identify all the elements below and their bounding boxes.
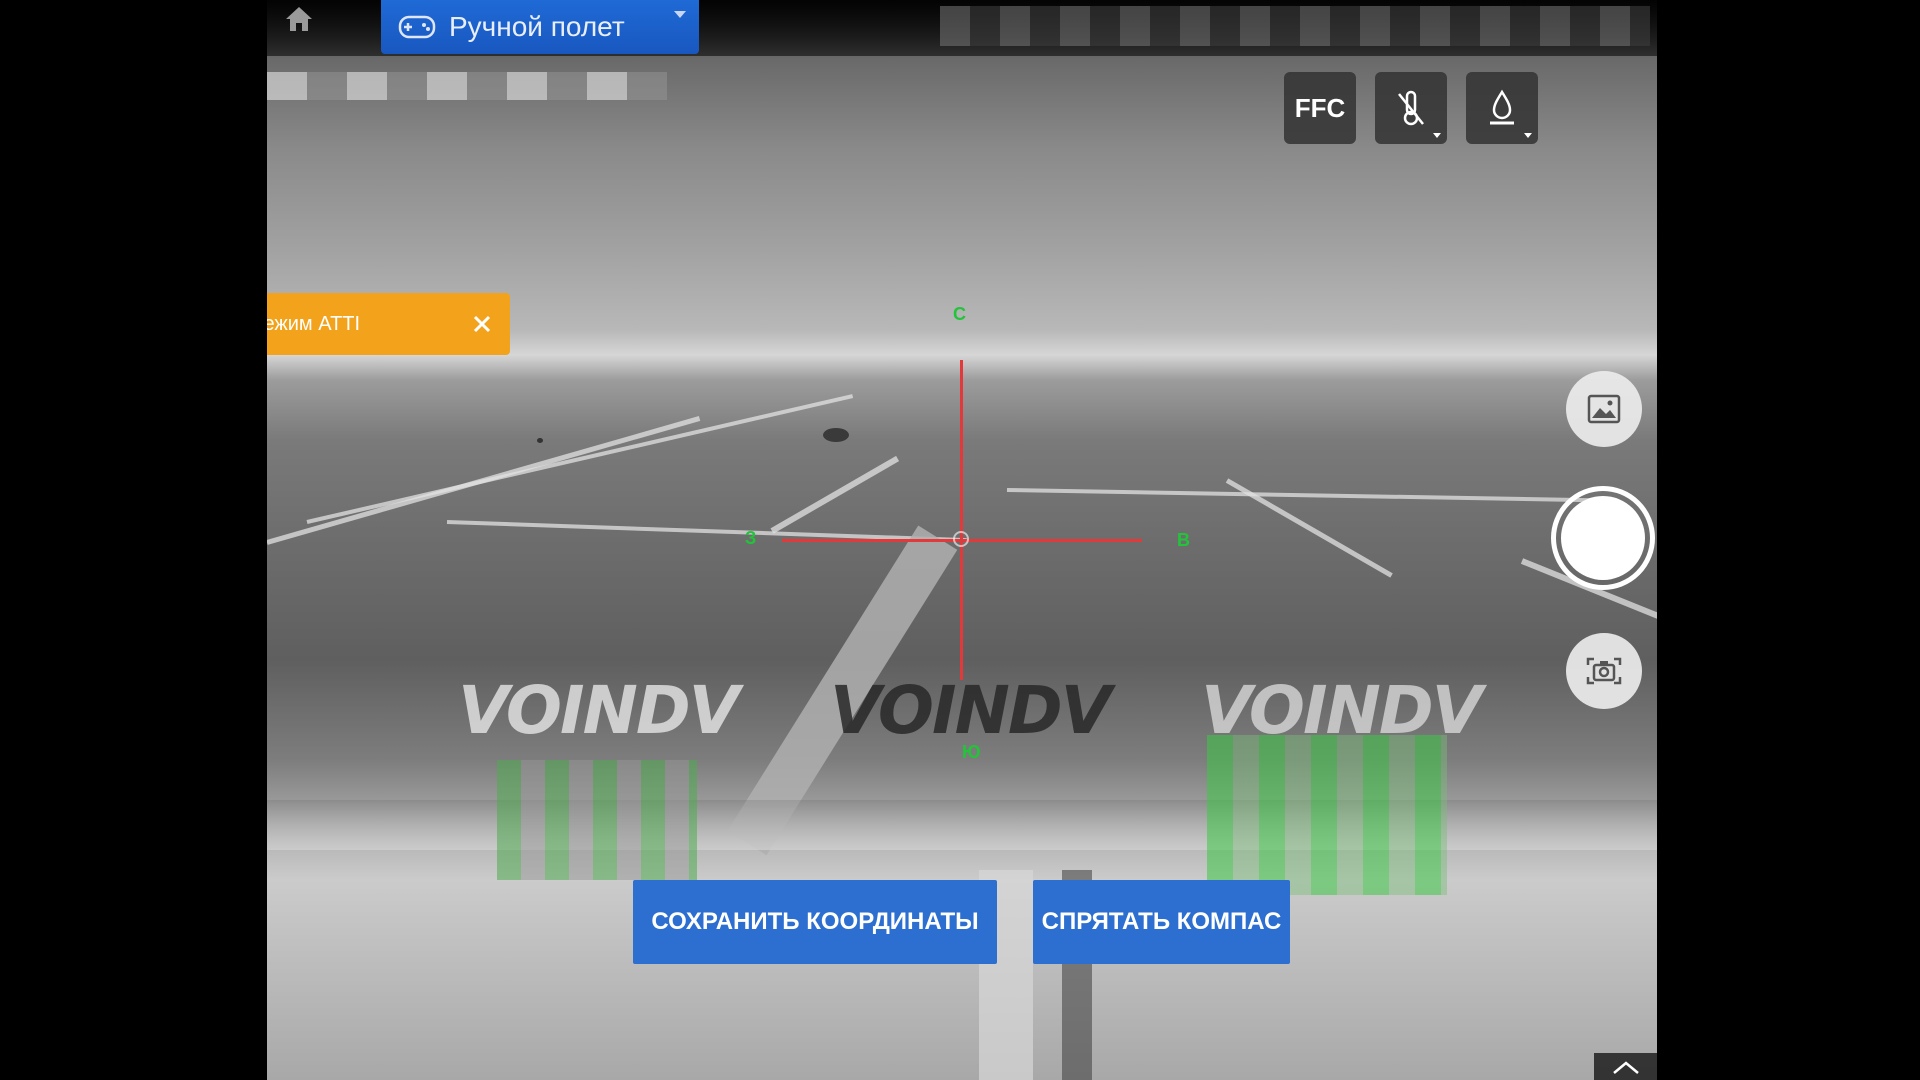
- expand-panel-button[interactable]: [1594, 1053, 1657, 1080]
- flight-mode-dropdown[interactable]: Ручной полет: [381, 0, 699, 54]
- gallery-button[interactable]: [1566, 371, 1642, 447]
- gallery-icon: [1587, 394, 1621, 424]
- crosshair-center: [953, 531, 969, 547]
- compass-west: З: [745, 528, 757, 548]
- caret-icon: [1524, 133, 1532, 138]
- distant-object: [823, 428, 849, 442]
- gamepad-icon: [398, 15, 436, 39]
- save-coordinates-button[interactable]: СОХРАНИТЬ КООРДИНАТЫ: [633, 880, 997, 964]
- temperature-toggle-button[interactable]: [1375, 72, 1447, 144]
- home-icon[interactable]: [282, 2, 316, 36]
- camera-switch-icon: [1586, 657, 1622, 685]
- atti-mode-warning: Режим ATTI: [267, 293, 510, 355]
- ffc-label: FFC: [1294, 92, 1346, 123]
- compass-north: С: [953, 304, 966, 324]
- watermark: VOINDV: [830, 672, 1112, 749]
- shutter-inner: [1561, 496, 1645, 580]
- thermometer-off-icon: [1398, 90, 1424, 126]
- ffc-button[interactable]: FFC: [1284, 72, 1356, 144]
- palette-button[interactable]: [1466, 72, 1538, 144]
- chevron-up-icon: [1612, 1060, 1639, 1074]
- hedge-row: [267, 800, 1657, 850]
- shutter-button[interactable]: [1551, 486, 1655, 590]
- censored-area: [1207, 735, 1447, 895]
- caret-icon: [1433, 133, 1441, 138]
- distant-object: [537, 438, 543, 443]
- censored-area: [267, 72, 667, 100]
- watermark: VOINDV: [1201, 672, 1483, 749]
- field-line: [770, 455, 900, 534]
- chevron-down-icon: [674, 11, 686, 18]
- field-line: [1006, 488, 1607, 503]
- camera-switch-button[interactable]: [1566, 633, 1642, 709]
- censored-area: [497, 760, 697, 880]
- crosshair-vertical: [960, 360, 963, 680]
- flight-mode-label: Ручной полет: [449, 11, 625, 42]
- hide-compass-button[interactable]: СПРЯТАТЬ КОМПАС: [1033, 880, 1290, 964]
- field-line: [306, 394, 854, 524]
- watermark: VOINDV: [458, 672, 740, 749]
- warning-text: Режим ATTI: [267, 312, 361, 335]
- close-icon[interactable]: [470, 312, 494, 336]
- censored-status: [940, 6, 1650, 46]
- drop-icon: [1490, 89, 1514, 125]
- compass-east: В: [1177, 530, 1190, 550]
